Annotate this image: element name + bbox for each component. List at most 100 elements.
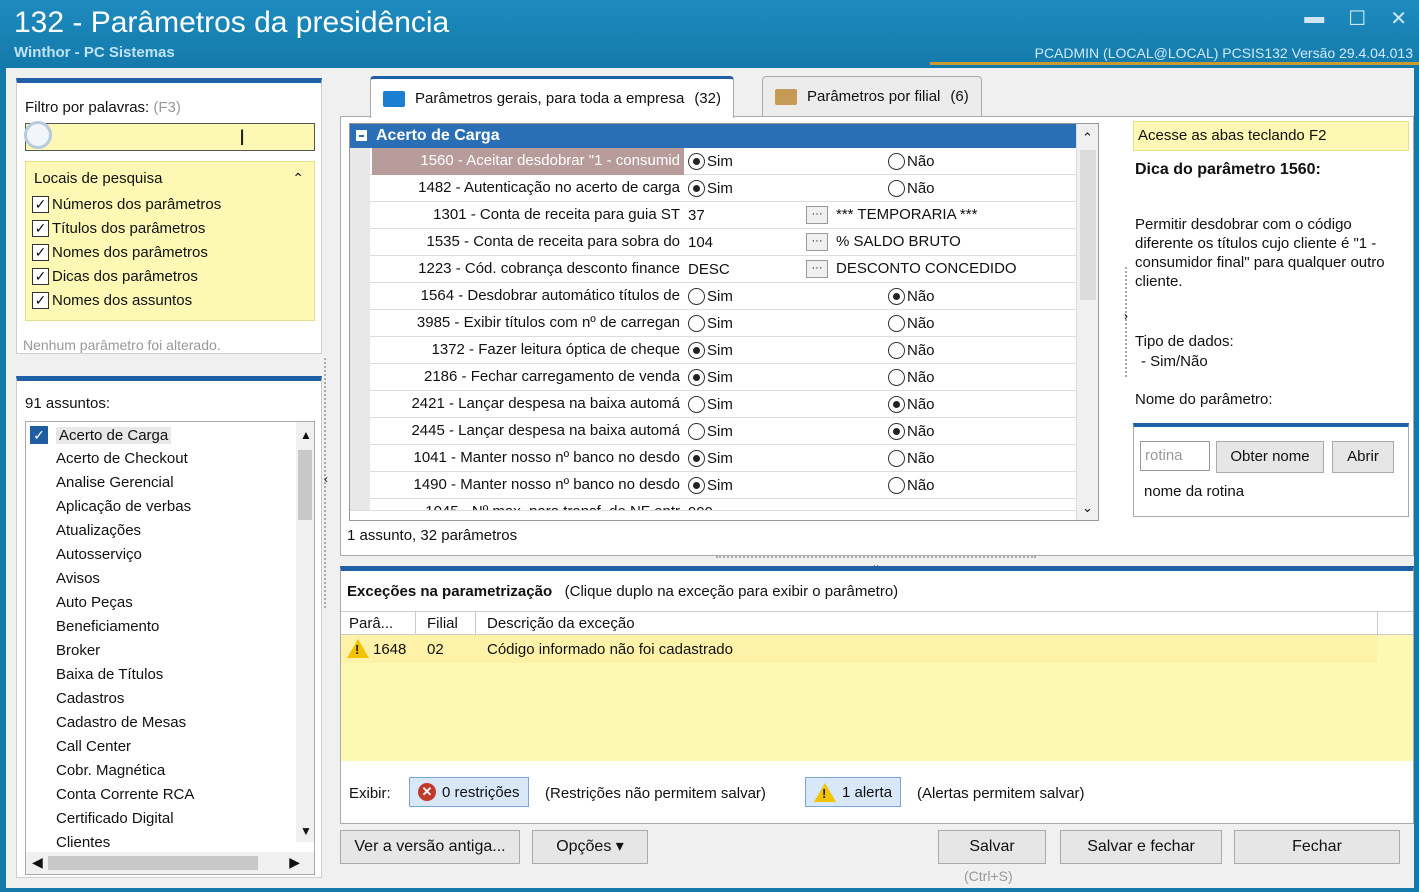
checkbox[interactable]: ✓	[32, 268, 49, 285]
get-name-button[interactable]: Obter nome	[1216, 441, 1324, 473]
minimize-icon[interactable]: ▬	[1304, 6, 1324, 31]
close-button[interactable]: Fechar	[1234, 830, 1400, 864]
option-no[interactable]: Não	[884, 148, 939, 175]
option-no[interactable]: Não	[884, 175, 939, 202]
col-description[interactable]: Descrição da exceção	[487, 615, 635, 632]
option-yes[interactable]: Sim	[684, 445, 737, 472]
table-row[interactable]: 1560 - Aceitar desdobrar "1 - consumid Si…	[350, 148, 1088, 175]
option-yes[interactable]: Sim	[684, 283, 737, 310]
table-row[interactable]: 1045 - Nº max. para transf. de NF entr99…	[350, 499, 1088, 511]
checkbox[interactable]: ✓	[32, 220, 49, 237]
scroll-left-icon[interactable]: ◀	[32, 854, 43, 871]
grid-vertical-scrollbar[interactable]: ⌃ ⌄	[1076, 124, 1098, 520]
scroll-thumb[interactable]	[298, 450, 312, 520]
parameters-grid[interactable]: Acerto de Carga 1560 - Aceitar desdobrar…	[349, 123, 1099, 521]
option-no[interactable]: Não	[884, 364, 939, 391]
list-item[interactable]: Analise Gerencial	[56, 474, 174, 491]
table-row[interactable]: 1564 - Desdobrar automático títulos de Si…	[350, 283, 1088, 310]
option-no[interactable]: Não	[884, 391, 939, 418]
option-yes[interactable]: Sim	[684, 472, 737, 499]
subjects-horizontal-scrollbar[interactable]: ◀ ▶	[26, 852, 314, 874]
scroll-right-icon[interactable]: ▶	[289, 854, 300, 871]
scroll-thumb-h[interactable]	[48, 856, 258, 870]
radio-button[interactable]	[888, 315, 905, 332]
radio-button[interactable]	[888, 423, 905, 440]
option-no[interactable]: Não	[884, 472, 939, 499]
radio-button[interactable]	[688, 342, 705, 359]
expand-right-icon[interactable]: ›	[1124, 309, 1128, 323]
save-close-button[interactable]: Salvar e fechar	[1060, 830, 1222, 864]
list-item[interactable]: ✓ Acerto de Carga	[30, 426, 172, 444]
old-version-button[interactable]: Ver a versão antiga...	[340, 830, 520, 864]
list-item[interactable]: Avisos	[56, 570, 100, 587]
tab-branch-params[interactable]: Parâmetros por filial (6)	[762, 76, 982, 116]
list-item[interactable]: Call Center	[56, 738, 131, 755]
radio-button[interactable]	[888, 369, 905, 386]
collapse-group-icon[interactable]	[356, 130, 367, 141]
radio-button[interactable]	[688, 180, 705, 197]
param-value[interactable]: 999	[684, 499, 717, 510]
option-yes[interactable]: Sim	[684, 337, 737, 364]
radio-button[interactable]	[688, 477, 705, 494]
tip-splitter[interactable]: ›	[1124, 267, 1131, 377]
radio-button[interactable]	[688, 153, 705, 170]
radio-button[interactable]	[688, 315, 705, 332]
scroll-down-icon[interactable]: ▼	[300, 824, 312, 838]
checkbox[interactable]: ✓	[32, 244, 49, 261]
restore-icon[interactable]: ☐	[1348, 6, 1366, 31]
option-yes[interactable]: Sim	[684, 175, 737, 202]
table-row[interactable]: 2445 - Lançar despesa na baixa automá Sim…	[350, 418, 1088, 445]
tab-general-params[interactable]: Parâmetros gerais, para toda a empresa (…	[370, 76, 734, 118]
radio-button[interactable]	[688, 450, 705, 467]
radio-button[interactable]	[888, 180, 905, 197]
list-item[interactable]: Beneficiamento	[56, 618, 159, 635]
radio-button[interactable]	[688, 396, 705, 413]
table-row[interactable]: 1482 - Autenticação no acerto de carga Si…	[350, 175, 1088, 202]
scroll-up-icon[interactable]: ⌃	[1082, 130, 1093, 146]
radio-button[interactable]	[688, 369, 705, 386]
subjects-vertical-scrollbar[interactable]: ▲ ▼	[296, 422, 314, 842]
options-button[interactable]: Opções ▾	[532, 830, 648, 864]
table-row[interactable]: 1301 - Conta de receita para guia ST 37 ··…	[350, 202, 1088, 229]
exceptions-table[interactable]: Parâ... Filial Descrição da exceção 1648…	[341, 611, 1413, 761]
param-value[interactable]: 104	[684, 229, 717, 256]
table-row[interactable]: 1372 - Fazer leitura óptica de cheque Sim…	[350, 337, 1088, 364]
col-param[interactable]: Parâ...	[349, 615, 393, 632]
list-item[interactable]: Autosserviço	[56, 546, 142, 563]
horizontal-splitter[interactable]: ⌄	[716, 556, 1036, 571]
search-location-option[interactable]: ✓ Números dos parâmetros	[32, 196, 221, 213]
radio-button[interactable]	[888, 477, 905, 494]
table-row[interactable]: 1223 - Cód. cobrança desconto finance DES…	[350, 256, 1088, 283]
collapse-chevron-icon[interactable]: ⌃	[292, 170, 304, 187]
radio-button[interactable]	[888, 450, 905, 467]
list-item[interactable]: Baixa de Títulos	[56, 666, 163, 683]
list-item[interactable]: Auto Peças	[56, 594, 133, 611]
checkbox[interactable]: ✓	[32, 196, 49, 213]
option-no[interactable]: Não	[884, 283, 939, 310]
option-yes[interactable]: Sim	[684, 418, 737, 445]
search-location-option[interactable]: ✓ Nomes dos parâmetros	[32, 244, 208, 261]
list-item[interactable]: Cobr. Magnética	[56, 762, 165, 779]
search-location-option[interactable]: ✓ Dicas dos parâmetros	[32, 268, 198, 285]
list-item[interactable]: Conta Corrente RCA	[56, 786, 194, 803]
lookup-button[interactable]: ···	[806, 260, 828, 278]
option-no[interactable]: Não	[884, 310, 939, 337]
list-item[interactable]: Cadastro de Mesas	[56, 714, 186, 731]
table-row[interactable]: 1648 02 Código informado não foi cadastr…	[341, 635, 1377, 663]
radio-button[interactable]	[888, 288, 905, 305]
lookup-button[interactable]: ···	[806, 206, 828, 224]
left-splitter[interactable]: ‹	[324, 358, 332, 608]
radio-button[interactable]	[888, 153, 905, 170]
radio-button[interactable]	[888, 342, 905, 359]
search-location-option[interactable]: ✓ Nomes dos assuntos	[32, 292, 192, 309]
list-item[interactable]: Atualizações	[56, 522, 141, 539]
close-icon[interactable]: ✕	[1390, 6, 1407, 31]
list-item[interactable]: Acerto de Checkout	[56, 450, 188, 467]
param-value[interactable]: DESC	[684, 256, 734, 283]
list-item[interactable]: Cadastros	[56, 690, 124, 707]
table-row[interactable]: 1041 - Manter nosso nº banco no desdo Sim…	[350, 445, 1088, 472]
scroll-up-icon[interactable]: ▲	[300, 428, 312, 442]
group-header[interactable]: Acerto de Carga	[350, 124, 1088, 148]
checkbox[interactable]: ✓	[32, 292, 49, 309]
param-value[interactable]: 37	[684, 202, 709, 229]
